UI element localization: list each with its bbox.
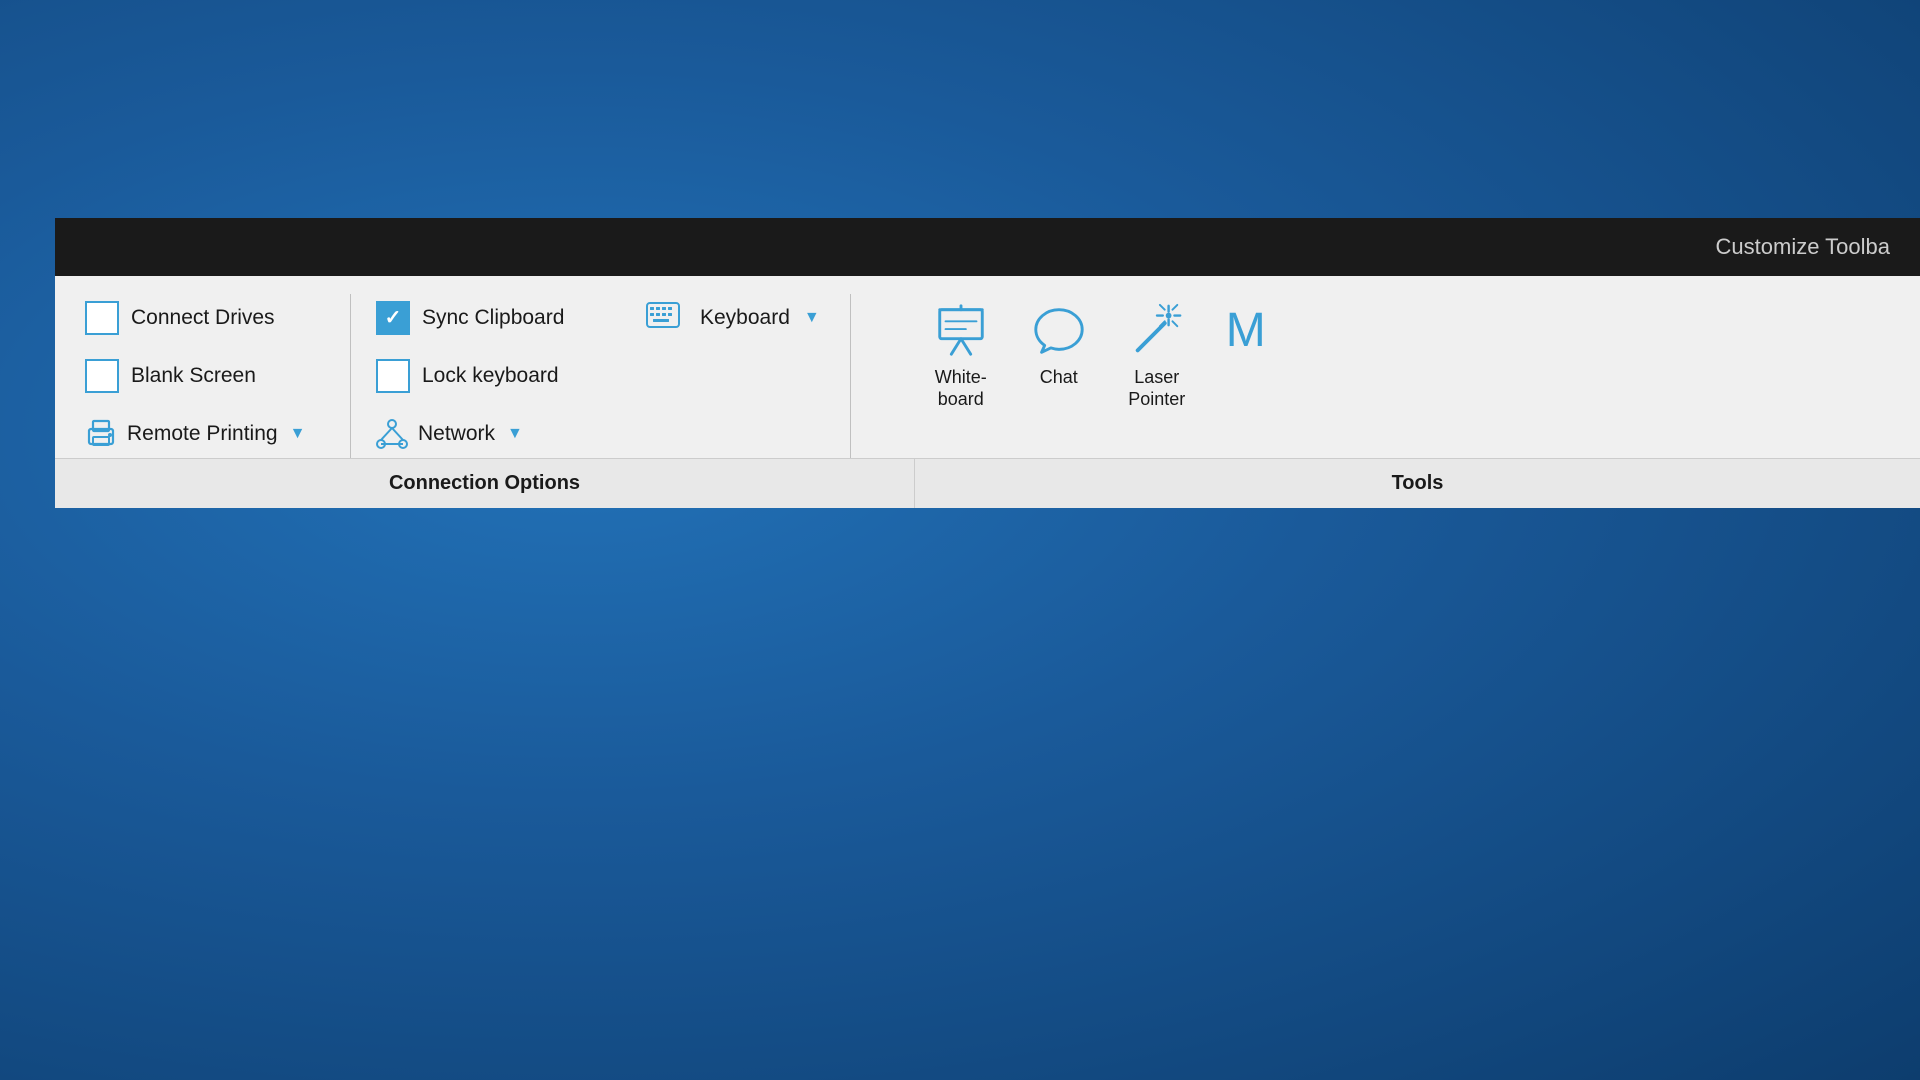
lock-keyboard-label: Lock keyboard: [422, 364, 559, 388]
laser-pointer-label: Laser Pointer: [1128, 367, 1185, 410]
chat-label: Chat: [1040, 367, 1078, 389]
blank-screen-row: Blank Screen: [85, 352, 325, 400]
network-arrow: ▼: [507, 425, 523, 443]
keyboard-label: Keyboard: [700, 306, 790, 330]
keyboard-item[interactable]: Keyboard ▼: [646, 302, 820, 334]
network-item[interactable]: Network ▼: [376, 418, 576, 450]
laser-pointer-tool[interactable]: Laser Pointer: [1112, 294, 1202, 414]
keyboard-arrow: ▼: [804, 309, 820, 327]
toolbar-container: Customize Toolba Connect Drives Blank Sc…: [55, 218, 1920, 508]
titlebar: Customize Toolba: [55, 218, 1920, 276]
remote-printing-item[interactable]: Remote Printing ▼: [85, 418, 305, 450]
sync-clipboard-checkbox[interactable]: [376, 301, 410, 335]
network-icon: [376, 418, 408, 450]
keyboard-section: Keyboard ▼: [646, 294, 820, 334]
connect-drives-item[interactable]: Connect Drives: [85, 301, 325, 335]
blank-screen-item[interactable]: Blank Screen: [85, 359, 325, 393]
footer-tools-label: Tools: [915, 459, 1920, 508]
laser-pointer-icon: [1128, 298, 1186, 363]
divider-2: [850, 294, 851, 458]
whiteboard-label: White- board: [935, 367, 987, 410]
blank-screen-checkbox[interactable]: [85, 359, 119, 393]
remote-printing-label: Remote Printing: [127, 422, 278, 446]
whiteboard-icon: [932, 298, 990, 363]
printer-icon: [85, 418, 117, 450]
chat-icon: [1030, 298, 1088, 363]
remote-printing-arrow: ▼: [290, 425, 306, 443]
toolbar-main: Connect Drives Blank Screen: [55, 276, 1920, 458]
connection-options-left: Connect Drives Blank Screen: [85, 294, 325, 458]
more-tool[interactable]: M: [1210, 294, 1282, 371]
whiteboard-tool[interactable]: White- board: [916, 294, 1006, 414]
network-label: Network: [418, 422, 495, 446]
connect-drives-label: Connect Drives: [131, 306, 275, 330]
more-icon: M: [1226, 298, 1266, 363]
remote-printing-row: Remote Printing ▼: [85, 410, 325, 458]
blank-screen-label: Blank Screen: [131, 364, 256, 388]
customize-toolbar-label: Customize Toolba: [1716, 234, 1890, 260]
connection-options-right: Sync Clipboard Lock keyboard: [376, 294, 616, 458]
connect-drives-row: Connect Drives: [85, 294, 325, 342]
tools-section: White- board Chat: [916, 294, 1282, 414]
sync-clipboard-label: Sync Clipboard: [422, 306, 564, 330]
chat-tool[interactable]: Chat: [1014, 294, 1104, 393]
divider-1: [350, 294, 351, 458]
footer-connection-label: Connection Options: [55, 459, 915, 508]
lock-keyboard-checkbox[interactable]: [376, 359, 410, 393]
network-row: Network ▼: [376, 410, 616, 458]
toolbar-footer: Connection Options Tools: [55, 458, 1920, 508]
sync-clipboard-item[interactable]: Sync Clipboard: [376, 301, 616, 335]
lock-keyboard-row: Lock keyboard: [376, 352, 616, 400]
lock-keyboard-item[interactable]: Lock keyboard: [376, 359, 616, 393]
connect-drives-checkbox[interactable]: [85, 301, 119, 335]
sync-clipboard-row: Sync Clipboard: [376, 294, 616, 342]
keyboard-icon: [646, 302, 680, 334]
